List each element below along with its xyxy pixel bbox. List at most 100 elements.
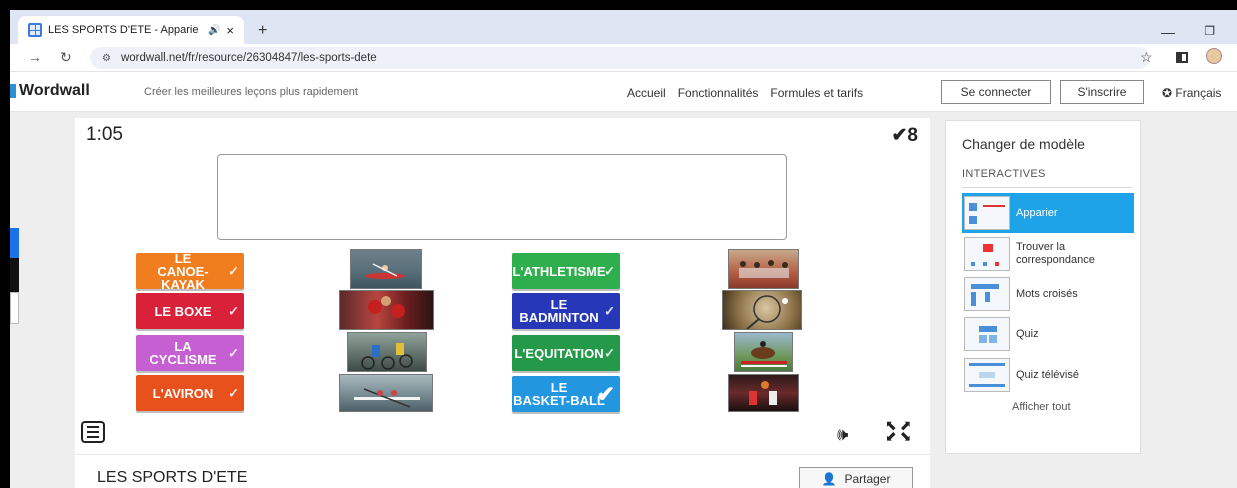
tile-check-icon: ✓ <box>604 303 615 319</box>
user-icon: 👤 <box>821 472 837 486</box>
tile-label: L'AVIRON <box>152 385 214 401</box>
tile-label: LE CANOE-KAYAK <box>157 250 209 292</box>
template-quiz[interactable]: Quiz <box>962 314 1134 354</box>
fullscreen-icon[interactable]: ⬉⬈ ⬋⬊ <box>885 418 914 443</box>
tile-check-icon: ✓ <box>604 345 615 361</box>
score-counter: ✔8 <box>892 124 919 147</box>
share-button[interactable]: 👤 Partager <box>799 467 913 488</box>
photo-boxe[interactable] <box>339 290 434 330</box>
main-nav: Accueil Fonctionnalités Formules et tari… <box>627 86 863 100</box>
panel-divider <box>962 187 1132 188</box>
logo-text: Wordwall <box>19 82 90 99</box>
wordwall-favicon-icon <box>28 23 42 37</box>
window-frame-top <box>0 0 1237 10</box>
photo-badminton[interactable] <box>722 290 802 330</box>
language-label: Français <box>1175 86 1222 100</box>
word-tile-canoe-kayak[interactable]: LE CANOE-KAYAK ✓ <box>136 250 244 292</box>
photo-basket-ball[interactable] <box>728 374 799 412</box>
tile-check-icon: ✔ <box>596 381 615 407</box>
share-label: Partager <box>844 472 891 486</box>
crossword-thumbnail-icon <box>964 277 1010 311</box>
browser-tab[interactable]: LES SPORTS D'ETE - Apparie 🔊 × <box>18 16 244 44</box>
wordwall-logo-icon <box>10 84 16 98</box>
site-settings-icon[interactable]: ⚙ <box>102 53 111 64</box>
site-header: Wordwall Créer les meilleures leçons plu… <box>10 72 1237 112</box>
panel-subtitle: INTERACTIVES <box>962 168 1046 180</box>
activity-card: 1:05 ✔8 LE CANOE-KAYAK ✓ LE BOXE ✓ LA CY… <box>75 118 930 454</box>
browser-toolbar: → ↻ ⚙ wordwall.net/fr/resource/26304847/… <box>10 44 1237 72</box>
globe-icon: ✪ <box>1162 86 1173 100</box>
timer: 1:05 <box>86 124 123 145</box>
show-all-link[interactable]: Afficher tout <box>1012 401 1071 413</box>
sound-icon[interactable]: 🕪 <box>837 424 848 445</box>
url-text: wordwall.net/fr/resource/26304847/les-sp… <box>120 52 377 64</box>
minimize-window-button[interactable]: — <box>1161 24 1175 40</box>
photo-athletisme[interactable] <box>728 249 799 289</box>
login-button[interactable]: Se connecter <box>941 80 1051 104</box>
restore-window-button[interactable]: ❐ <box>1204 24 1215 38</box>
bookmark-star-icon[interactable]: ☆ <box>1140 49 1153 66</box>
nav-accueil[interactable]: Accueil <box>627 86 666 100</box>
drop-zone[interactable] <box>217 154 787 240</box>
signup-button[interactable]: S'inscrire <box>1060 80 1144 104</box>
tile-label: L'EQUITATION <box>514 345 604 361</box>
word-tile-cyclisme[interactable]: LA CYCLISME ✓ <box>136 335 244 371</box>
wordwall-logo[interactable]: Wordwall <box>10 82 90 100</box>
side-tab-blue[interactable] <box>10 228 19 258</box>
tile-label: LE BASKET-BALL <box>513 380 605 408</box>
nav-formules[interactable]: Formules et tarifs <box>770 86 863 100</box>
photo-canoe-kayak[interactable] <box>350 249 422 289</box>
word-tile-aviron[interactable]: L'AVIRON ✓ <box>136 375 244 411</box>
template-mots-croises[interactable]: Mots croisés <box>962 274 1134 314</box>
template-panel: Changer de modèle INTERACTIVES Apparier … <box>945 120 1141 454</box>
tile-check-icon: ✓ <box>604 263 615 279</box>
word-tile-equitation[interactable]: L'EQUITATION ✓ <box>512 335 620 371</box>
tagline: Créer les meilleures leçons plus rapidem… <box>144 86 358 98</box>
template-label: Trouver la correspondance <box>1016 241 1095 266</box>
reload-icon[interactable]: ↻ <box>60 49 72 66</box>
template-label: Quiz <box>1016 327 1039 340</box>
speaker-icon[interactable]: 🔊 <box>208 25 220 36</box>
word-tile-basket-ball[interactable]: LE BASKET-BALL ✔ <box>512 376 620 412</box>
side-panel-icon[interactable] <box>1176 52 1188 63</box>
template-label: Mots croisés <box>1016 287 1078 300</box>
template-label: Quiz télévisé <box>1016 368 1079 381</box>
tab-title: LES SPORTS D'ETE - Apparie <box>48 24 199 36</box>
side-tab-white[interactable] <box>10 292 19 324</box>
activity-info: LES SPORTS D'ETE 👤 Partager <box>75 454 930 488</box>
language-selector[interactable]: ✪ Français <box>1162 86 1221 100</box>
template-apparier[interactable]: Apparier <box>962 193 1134 233</box>
browser-tab-strip: LES SPORTS D'ETE - Apparie 🔊 × + — ❐ <box>10 10 1237 44</box>
window-frame-left <box>0 0 10 488</box>
checkmark-icon: ✔ <box>891 125 908 146</box>
quiz-thumbnail-icon <box>964 317 1010 351</box>
nav-fonctionnalites[interactable]: Fonctionnalités <box>678 86 759 100</box>
word-tile-athletisme[interactable]: L'ATHLETISME ✓ <box>512 253 620 289</box>
activity-title: LES SPORTS D'ETE <box>97 469 248 486</box>
photo-cyclisme[interactable] <box>347 332 427 372</box>
address-bar[interactable]: ⚙ wordwall.net/fr/resource/26304847/les-… <box>90 47 1150 69</box>
tile-label: L'ATHLETISME <box>512 263 606 279</box>
gameshow-quiz-thumbnail-icon <box>964 358 1010 392</box>
template-label: Apparier <box>1016 206 1058 219</box>
profile-avatar-icon[interactable] <box>1206 48 1222 64</box>
tab-close-icon[interactable]: × <box>226 23 234 38</box>
panel-title: Changer de modèle <box>962 136 1085 152</box>
template-quiz-televise[interactable]: Quiz télévisé <box>962 355 1134 395</box>
tile-check-icon: ✓ <box>228 345 239 361</box>
tile-label: LE BADMINTON <box>519 297 599 325</box>
apparier-thumbnail-icon <box>964 196 1010 230</box>
photo-equitation[interactable] <box>734 332 793 372</box>
tile-label: LA CYCLISME <box>149 339 217 367</box>
match-up-thumbnail-icon <box>964 237 1010 271</box>
forward-arrow-icon[interactable]: → <box>28 49 42 65</box>
score-value: 8 <box>907 125 918 146</box>
word-tile-badminton[interactable]: LE BADMINTON ✓ <box>512 293 620 329</box>
template-trouver-correspondance[interactable]: Trouver la correspondance <box>962 234 1134 274</box>
photo-aviron[interactable] <box>339 374 433 412</box>
side-tab-black[interactable] <box>10 258 19 292</box>
word-tile-boxe[interactable]: LE BOXE ✓ <box>136 293 244 329</box>
menu-icon[interactable] <box>81 421 105 443</box>
new-tab-button[interactable]: + <box>258 22 267 40</box>
tile-check-icon: ✓ <box>228 385 239 401</box>
